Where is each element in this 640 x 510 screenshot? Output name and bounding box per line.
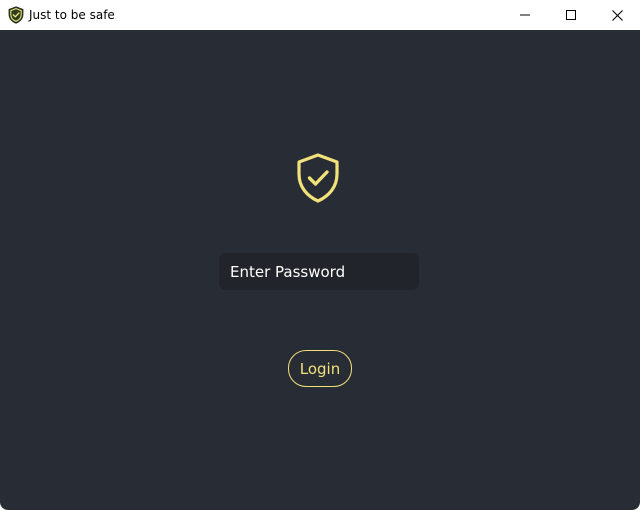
close-icon — [611, 9, 623, 21]
shield-check-icon — [297, 153, 339, 203]
minimize-icon — [520, 14, 530, 16]
minimize-button[interactable] — [502, 0, 548, 30]
login-button[interactable]: Login — [288, 350, 352, 387]
login-panel: Login — [0, 30, 640, 510]
close-button[interactable] — [594, 0, 640, 30]
app-shield-icon — [8, 6, 24, 24]
window-title: Just to be safe — [29, 8, 115, 22]
app-window: Just to be safe Login — [0, 0, 640, 510]
maximize-icon — [566, 10, 576, 20]
maximize-button[interactable] — [548, 0, 594, 30]
title-bar[interactable]: Just to be safe — [0, 0, 640, 30]
password-input[interactable] — [219, 253, 419, 290]
